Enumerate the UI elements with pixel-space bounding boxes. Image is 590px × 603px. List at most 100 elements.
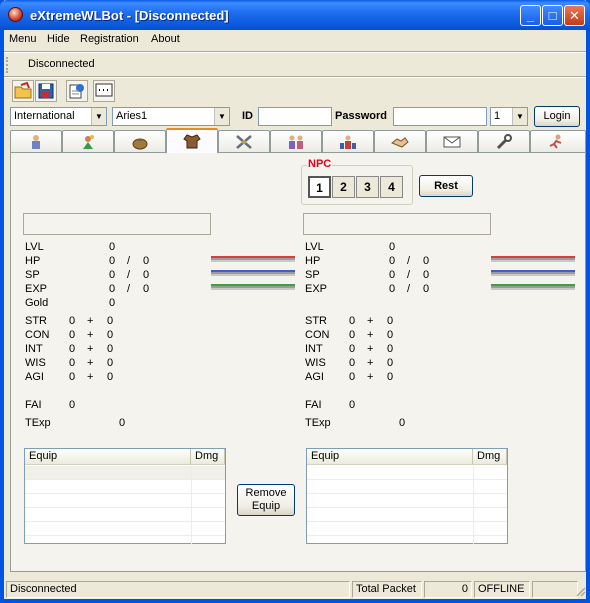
pet-texp-label: TExp [305, 417, 331, 429]
tab-bag[interactable] [114, 130, 166, 152]
rest-button[interactable]: Rest [419, 175, 473, 197]
player-sp-bar [211, 270, 295, 276]
list-item[interactable] [25, 508, 225, 522]
pet-exp-value: 0 [389, 283, 396, 295]
pet-int-base: 0 [349, 343, 356, 355]
trade-icon [391, 137, 409, 148]
save-icon[interactable] [35, 80, 57, 102]
message-icon[interactable] [93, 80, 115, 102]
chevron-down-icon[interactable]: ▼ [512, 108, 527, 125]
pet-str-plus: + [367, 315, 374, 327]
tab-run[interactable] [530, 130, 586, 152]
open-icon[interactable] [12, 80, 34, 102]
list-item[interactable] [307, 480, 507, 494]
player-agi-plus: + [87, 371, 94, 383]
menu-item-menu[interactable]: Menu [9, 33, 37, 45]
minimize-button[interactable]: _ [520, 5, 541, 26]
player-fai-value: 0 [69, 399, 76, 411]
resize-grip-icon[interactable] [574, 585, 586, 597]
server-select-value: International [14, 110, 75, 122]
team-icon [340, 135, 356, 149]
pet-con-bonus: 0 [387, 329, 394, 341]
title-bar[interactable]: eXtremeWLBot - [Disconnected] _ □ ✕ [0, 0, 590, 30]
list-item[interactable] [25, 522, 225, 536]
tab-battle[interactable] [218, 130, 270, 152]
pet-con-plus: + [367, 329, 374, 341]
tab-tools[interactable] [478, 130, 530, 152]
close-button[interactable]: ✕ [564, 5, 585, 26]
player-exp-max: 0 [143, 283, 150, 295]
player-hp-max: 0 [143, 255, 150, 267]
window-title: eXtremeWLBot - [Disconnected] [30, 8, 229, 23]
pet-hp-label: HP [305, 255, 321, 267]
player-int-label: INT [25, 343, 43, 355]
tab-pet[interactable] [62, 130, 114, 152]
tab-team[interactable] [322, 130, 374, 152]
player-int-bonus: 0 [107, 343, 114, 355]
run-icon [549, 134, 562, 149]
chevron-down-icon[interactable]: ▼ [91, 108, 106, 125]
pet-lvl-label: LVL [305, 241, 324, 253]
dmg-column-header[interactable]: Dmg [473, 449, 507, 465]
dmg-column-header[interactable]: Dmg [191, 449, 225, 465]
list-item[interactable] [307, 522, 507, 536]
player-fai-label: FAI [25, 399, 42, 411]
pet-equip-list[interactable]: Equip Dmg [306, 448, 508, 544]
server-name-value: Aries1 [116, 110, 148, 122]
password-field[interactable] [393, 107, 487, 126]
pet-wis-plus: + [367, 357, 374, 369]
player-wis-base: 0 [69, 357, 76, 369]
chevron-down-icon[interactable]: ▼ [214, 108, 229, 125]
tab-trade[interactable] [374, 130, 426, 152]
player-equip-list[interactable]: Equip Dmg [24, 448, 226, 544]
menu-item-hide[interactable]: Hide [47, 33, 70, 45]
pet-wis-bonus: 0 [387, 357, 394, 369]
maximize-button[interactable]: □ [542, 5, 563, 26]
status-separator [4, 76, 586, 78]
player-agi-base: 0 [69, 371, 76, 383]
server-name-select[interactable]: Aries1 ▼ [112, 107, 230, 126]
list-item[interactable] [307, 494, 507, 508]
npc-button-2[interactable]: 2 [332, 176, 355, 198]
npc-button-3[interactable]: 3 [356, 176, 379, 198]
pet-agi-base: 0 [349, 371, 356, 383]
script-icon[interactable] [66, 80, 88, 102]
pet-int-bonus: 0 [387, 343, 394, 355]
total-packet-label: Total Packet [352, 581, 422, 598]
menu-item-registration[interactable]: Registration [80, 33, 139, 45]
equip-column-header[interactable]: Equip [25, 449, 191, 465]
player-texp-value: 0 [119, 417, 126, 429]
npc-button-1[interactable]: 1 [308, 176, 331, 198]
slot-select[interactable]: 1 ▼ [490, 107, 528, 126]
list-item[interactable] [307, 508, 507, 522]
player-con-bonus: 0 [107, 329, 114, 341]
list-item[interactable] [25, 480, 225, 494]
equip-column-header[interactable]: Equip [307, 449, 473, 465]
armor-icon [183, 134, 201, 149]
list-item[interactable] [25, 494, 225, 508]
player-sp-value: 0 [109, 269, 116, 281]
menu-item-about[interactable]: About [151, 33, 180, 45]
player-gold-value: 0 [109, 297, 116, 309]
list-item[interactable] [307, 466, 507, 480]
tab-character[interactable] [10, 130, 62, 152]
player-str-label: STR [25, 315, 47, 327]
server-select[interactable]: International ▼ [10, 107, 107, 126]
mode-status: OFFLINE [474, 581, 530, 598]
id-field[interactable] [258, 107, 332, 126]
pet-exp-bar [491, 284, 575, 290]
pet-texp-value: 0 [399, 417, 406, 429]
player-str-plus: + [87, 315, 94, 327]
pet-hp-bar [491, 256, 575, 262]
remove-equip-button[interactable]: Remove Equip [237, 484, 295, 516]
pet-icon [83, 135, 94, 149]
tab-mail[interactable] [426, 130, 478, 152]
tab-equipment[interactable] [166, 128, 218, 153]
list-item[interactable] [25, 466, 225, 480]
tab-party[interactable] [270, 130, 322, 152]
pet-str-base: 0 [349, 315, 356, 327]
npc-button-4[interactable]: 4 [380, 176, 403, 198]
pet-wis-base: 0 [349, 357, 356, 369]
login-button[interactable]: Login [534, 106, 580, 127]
strip-grip [6, 57, 12, 73]
